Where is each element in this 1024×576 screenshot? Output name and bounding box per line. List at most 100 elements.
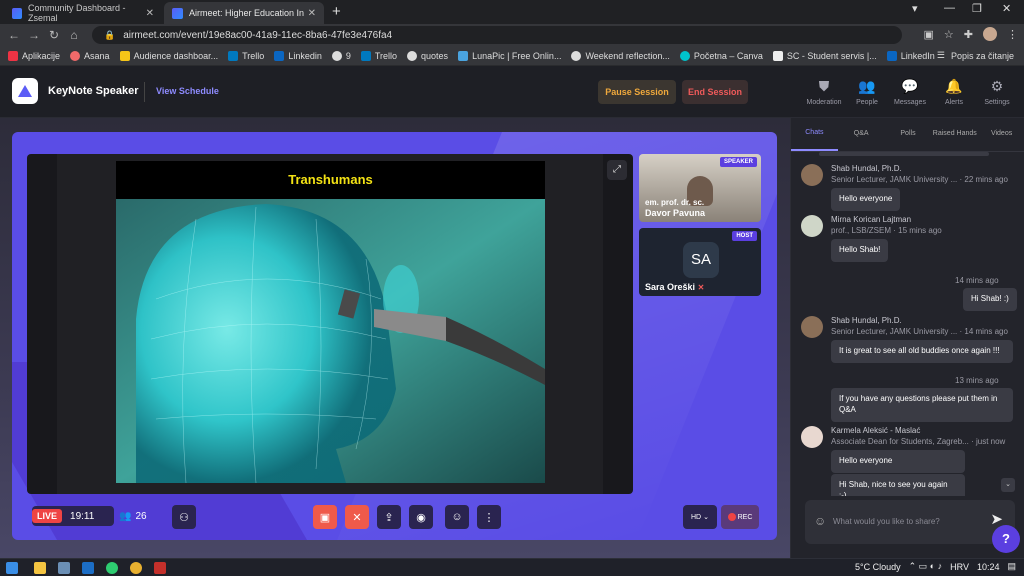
- view-button[interactable]: ◉: [409, 505, 433, 529]
- speaker-name: Davor Pavuna: [645, 208, 706, 218]
- attendee-count[interactable]: 👥 26: [119, 506, 159, 526]
- chrome-icon[interactable]: [130, 562, 142, 574]
- message-bubble: Hello everyone: [831, 188, 901, 211]
- host-badge: HOST: [732, 231, 757, 241]
- url-field[interactable]: 🔒 airmeet.com/event/19e8ac00-41a9-11ec-8…: [92, 26, 902, 44]
- more-button[interactable]: ⋮: [477, 505, 501, 529]
- tab-videos[interactable]: Videos: [978, 118, 1024, 151]
- end-session-button[interactable]: End Session: [682, 80, 748, 104]
- acrobat-icon[interactable]: [154, 562, 166, 574]
- forward-icon[interactable]: →: [24, 28, 44, 42]
- sender-name: Karmela Aleksić - Maslać: [831, 426, 921, 435]
- tab-qa[interactable]: Q&A: [838, 118, 885, 151]
- bookmark-item[interactable]: Asana: [70, 50, 110, 61]
- camera-off-icon: ▣: [319, 511, 331, 524]
- nav-alerts[interactable]: 🔔 Alerts: [932, 78, 976, 106]
- close-icon[interactable]: ✕: [146, 8, 154, 19]
- sender-subtitle: Senior Lecturer, JAMK University ... · 2…: [831, 175, 1008, 184]
- view-schedule-link[interactable]: View Schedule: [156, 86, 219, 96]
- nav-moderation[interactable]: ⛊ Moderation: [802, 78, 846, 106]
- app-icon[interactable]: [58, 562, 70, 574]
- tab-chats[interactable]: Chats: [791, 118, 838, 151]
- home-icon[interactable]: ⌂: [64, 28, 84, 42]
- nav-messages[interactable]: 💬 Messages: [888, 78, 932, 106]
- bookmarks-bar: Aplikacije Asana Audience dashboar... Tr…: [0, 46, 1024, 66]
- reload-icon[interactable]: ↻: [44, 28, 64, 42]
- windows-start-icon[interactable]: [6, 562, 18, 574]
- help-button[interactable]: ?: [992, 525, 1020, 553]
- more-icon: ⋮: [483, 511, 495, 524]
- speaker-video-tile[interactable]: SPEAKER em. prof. dr. sc. Davor Pavuna: [639, 154, 761, 222]
- whatsapp-icon[interactable]: [106, 562, 118, 574]
- nav-people[interactable]: 👥 People: [845, 78, 889, 106]
- clock[interactable]: 10:24: [977, 562, 1000, 572]
- bookmark-item[interactable]: Početna – Canva: [679, 50, 763, 61]
- host-avatar: SA: [683, 242, 719, 278]
- new-tab-icon[interactable]: +: [332, 3, 341, 20]
- chevron-down-icon: ⌄: [703, 514, 709, 521]
- tab-search-icon[interactable]: ▾: [912, 2, 918, 15]
- mic-off-button[interactable]: ✕: [345, 505, 369, 529]
- share-screen-icon: ⇪: [384, 511, 394, 524]
- session-timer: 19:11: [70, 510, 95, 522]
- browser-tab-community[interactable]: Community Dashboard - Zsemal ✕: [4, 2, 162, 24]
- backstage-button[interactable]: ⚇: [172, 505, 196, 529]
- tab-raised-hands[interactable]: Raised Hands: [931, 118, 978, 151]
- bookmark-item[interactable]: LunaPic | Free Onlin...: [458, 50, 561, 61]
- browser-tab-airmeet[interactable]: Airmeet: Higher Education In ✕: [164, 2, 324, 24]
- extensions-icon[interactable]: ✚: [964, 28, 973, 41]
- bookmark-item[interactable]: Audience dashboar...: [119, 50, 218, 61]
- close-icon[interactable]: ✕: [308, 8, 316, 19]
- profile-avatar[interactable]: [983, 27, 997, 41]
- bookmark-item[interactable]: quotes: [407, 50, 448, 61]
- sender-name: Shab Hundal, Ph.D.: [831, 164, 902, 173]
- emoji-icon[interactable]: ☺: [814, 514, 826, 528]
- bookmark-item[interactable]: 9: [331, 50, 351, 61]
- reactions-button[interactable]: ☺: [445, 505, 469, 529]
- bookmark-item[interactable]: Aplikacije: [8, 50, 60, 61]
- sender-subtitle: Senior Lecturer, JAMK University ... · 1…: [831, 327, 1008, 336]
- nav-settings[interactable]: ⚙ Settings: [975, 78, 1019, 106]
- restore-icon[interactable]: ❐: [972, 2, 982, 15]
- airmeet-logo: [12, 78, 38, 104]
- reading-list[interactable]: ☰ Popis za čitanje: [937, 50, 1014, 61]
- host-name-row: Sara Oreški ✕: [645, 282, 704, 292]
- outlook-icon[interactable]: [82, 562, 94, 574]
- chat-input[interactable]: [833, 512, 973, 530]
- weather[interactable]: 5°C Cloudy: [855, 562, 901, 572]
- file-explorer-icon[interactable]: [34, 562, 46, 574]
- pause-session-button[interactable]: Pause Session: [598, 80, 676, 104]
- menu-icon[interactable]: ⋮: [1007, 28, 1018, 41]
- os-taskbar: 5°C Cloudy ⌃ ▭ ◐ ♪ HRV 10:24 ▤: [0, 558, 1024, 576]
- star-icon[interactable]: ☆: [944, 28, 954, 41]
- quality-select[interactable]: HD ⌄: [683, 505, 717, 529]
- back-icon[interactable]: ←: [4, 28, 24, 42]
- bookmark-item[interactable]: Linkedin: [274, 50, 322, 61]
- chat-messages[interactable]: Shab Hundal, Ph.D. Senior Lecturer, JAMK…: [791, 152, 1024, 496]
- camera-off-button[interactable]: ▣: [313, 505, 337, 529]
- share-screen-button[interactable]: ⇪: [377, 505, 401, 529]
- message-time: 14 mins ago: [955, 276, 999, 285]
- bookmark-item[interactable]: Trello: [228, 50, 264, 61]
- notifications-icon[interactable]: ▤: [1007, 561, 1016, 572]
- bookmark-item[interactable]: Trello: [360, 50, 397, 61]
- bookmark-item[interactable]: Weekend reflection...: [571, 50, 670, 61]
- host-video-tile[interactable]: HOST SA Sara Oreški ✕: [639, 228, 761, 296]
- tab-polls[interactable]: Polls: [885, 118, 932, 151]
- window-close-icon[interactable]: ✕: [1002, 2, 1011, 15]
- minimize-icon[interactable]: —: [944, 2, 955, 14]
- bookmark-item[interactable]: LinkedIn: [886, 50, 935, 61]
- eye-icon: ◉: [416, 511, 426, 524]
- sender-subtitle: Associate Dean for Students, Zagreb... ·…: [831, 437, 1006, 446]
- address-bar-row: ← → ↻ ⌂ 🔒 airmeet.com/event/19e8ac00-41a…: [0, 24, 1024, 46]
- screen-share-video[interactable]: Transhumans ⤢: [27, 154, 633, 494]
- bookmark-item[interactable]: SC - Student servis |...: [772, 50, 877, 61]
- camera-icon[interactable]: ▣: [924, 28, 934, 41]
- scroll-down-icon[interactable]: ⌄: [1001, 478, 1015, 492]
- tray-icons[interactable]: ⌃ ▭ ◐ ♪: [909, 561, 942, 572]
- language[interactable]: HRV: [950, 562, 969, 572]
- record-button[interactable]: REC: [721, 505, 759, 529]
- system-tray: 5°C Cloudy ⌃ ▭ ◐ ♪ HRV 10:24 ▤: [855, 561, 1016, 572]
- live-indicator: LIVE 19:11: [32, 506, 114, 526]
- expand-icon[interactable]: ⤢: [607, 160, 627, 180]
